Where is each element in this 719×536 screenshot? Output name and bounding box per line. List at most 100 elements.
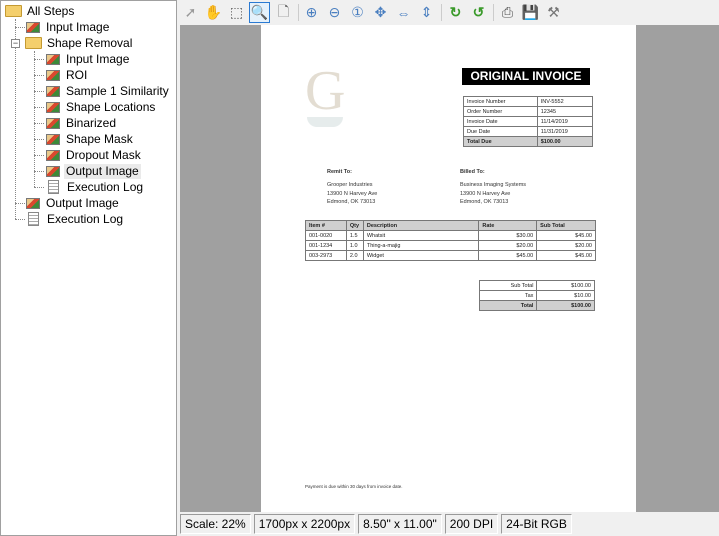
image-icon <box>46 69 60 81</box>
address-line: Grooper Industries <box>327 182 373 188</box>
fit-height-icon[interactable]: ⇕ <box>416 2 437 23</box>
tree-node-child[interactable]: Shape Locations <box>45 99 157 115</box>
table-cell: 001-0020 <box>305 230 347 241</box>
tree-node-output-image[interactable]: Output Image <box>25 195 121 211</box>
image-icon <box>46 85 60 97</box>
tree-node-label: Binarized <box>66 115 117 130</box>
address-line: Edmond, OK 73013 <box>460 199 509 205</box>
fit-width-icon[interactable]: ⇔ <box>393 2 414 23</box>
totals-table: Sub Total $100.00 Tax $10.00 Total $100.00 <box>478 280 595 311</box>
pan-hand-icon[interactable]: ✋ <box>203 2 224 23</box>
line-items-table: Item # Qty Description Rate Sub Total 001-002… <box>305 220 596 261</box>
tree-line <box>34 171 44 172</box>
tree-line <box>34 155 44 156</box>
address-line: 13900 N Harvey Ave <box>327 190 378 197</box>
logo-wave <box>307 117 343 127</box>
separator <box>441 4 442 21</box>
dpi-readout: 200 DPI <box>444 514 499 534</box>
tree-node-all-steps[interactable]: All Steps <box>5 3 76 19</box>
table-cell: $100.00 <box>536 280 595 291</box>
table-cell: Tax <box>478 290 538 301</box>
zoom-page-icon[interactable]: 🗋 <box>273 2 294 23</box>
table-row: Total Due $100.00 <box>463 136 594 147</box>
table-row: Invoice Date 11/14/2019 <box>463 116 594 127</box>
table-cell: Thing-a-majig <box>362 240 480 251</box>
address-line: 13900 N Harvey Ave <box>460 190 511 197</box>
scale-readout: Scale: 22% <box>180 514 251 534</box>
tree-node-execution-log[interactable]: Execution Log <box>25 211 125 227</box>
tree-line <box>34 59 44 60</box>
table-cell: Item # <box>305 220 347 231</box>
tree-node-shape-removal[interactable]: Shape Removal <box>25 35 134 51</box>
tools-icon[interactable]: ⚒ <box>543 2 564 23</box>
table-cell: Invoice Number <box>463 96 538 107</box>
tree-line <box>15 219 25 220</box>
zoom-fit-icon[interactable]: ✥ <box>370 2 391 23</box>
tree-line <box>15 19 16 219</box>
table-cell: $20.00 <box>536 240 596 251</box>
table-cell: 2.0 <box>345 250 364 261</box>
image-icon <box>46 101 60 113</box>
collapse-toggle[interactable]: − <box>11 39 20 48</box>
remit-label: Remit To: <box>327 169 352 175</box>
table-cell: Rate <box>478 220 538 231</box>
tree-node-child[interactable]: Shape Mask <box>45 131 135 147</box>
billed-address: Business Imaging Systems 13900 N Harvey A… <box>460 181 526 207</box>
tree-node-child[interactable]: ROI <box>45 67 89 83</box>
invoice-info-table: Invoice Number INV-5552 Order Number 12345 I… <box>463 96 594 147</box>
table-row: Sub Total $100.00 <box>478 280 595 291</box>
pointer-icon[interactable]: ➚ <box>180 2 201 23</box>
tree-line <box>15 27 25 28</box>
grooper-logo: G <box>305 60 346 122</box>
zoom-region-icon[interactable]: 🔍 <box>249 2 270 23</box>
table-cell: 001-1234 <box>305 240 347 251</box>
image-icon <box>26 197 40 209</box>
folder-open-icon <box>5 5 22 17</box>
tree-line <box>34 187 44 188</box>
payment-terms: Payment is due within 30 days from invoi… <box>305 484 403 489</box>
table-cell: Total <box>478 300 538 311</box>
folder-open-icon <box>25 37 42 49</box>
step-tree[interactable]: − All Steps Input Image Shape Removal In… <box>0 0 177 536</box>
zoom-in-icon[interactable]: ⊕ <box>301 2 322 23</box>
address-line: Business Imaging Systems <box>460 182 527 188</box>
tree-line <box>34 91 44 92</box>
invoice-title: ORIGINAL INVOICE <box>462 68 590 85</box>
table-row: Order Number 12345 <box>463 106 594 117</box>
image-icon <box>46 133 60 145</box>
tree-node-label: Shape Mask <box>66 131 133 146</box>
tree-node-child[interactable]: Sample 1 Similarity <box>45 83 171 99</box>
status-bar: Scale: 22% 1700px x 2200px 8.50" x 11.00… <box>180 514 572 534</box>
address-line: Edmond, OK 73013 <box>327 199 376 205</box>
rotate-right-icon[interactable]: ↻ <box>445 2 466 23</box>
table-row: 001-0020 1.5 Whatsit $30.00 $45.00 <box>305 230 596 241</box>
tree-line <box>34 75 44 76</box>
separator <box>493 4 494 21</box>
table-row: Item # Qty Description Rate Sub Total <box>305 220 596 231</box>
zoom-actual-icon[interactable]: ① <box>347 2 368 23</box>
rotate-left-icon[interactable]: ↺ <box>468 2 489 23</box>
tree-node-child[interactable]: Execution Log <box>45 179 145 195</box>
tree-node-child[interactable]: Input Image <box>45 51 131 67</box>
table-row: Tax $10.00 <box>478 290 595 301</box>
table-cell: $45.00 <box>536 230 596 241</box>
table-cell: $100.00 <box>536 136 594 147</box>
image-icon <box>46 53 60 65</box>
table-cell: 11/14/2019 <box>536 116 594 127</box>
zoom-out-icon[interactable]: ⊖ <box>324 2 345 23</box>
tree-node-child[interactable]: Output Image <box>45 163 141 179</box>
document-icon <box>48 180 59 194</box>
table-cell: INV-5552 <box>536 96 594 107</box>
table-cell: 003-2973 <box>305 250 347 261</box>
tree-node-child[interactable]: Binarized <box>45 115 118 131</box>
table-row: Invoice Number INV-5552 <box>463 96 594 107</box>
select-region-icon[interactable]: ⬚ <box>226 2 247 23</box>
table-cell: 1.5 <box>345 230 364 241</box>
table-cell: Qty <box>345 220 364 231</box>
table-cell: $100.00 <box>536 300 595 311</box>
save-icon[interactable]: 💾 <box>520 2 541 23</box>
table-cell: Invoice Date <box>463 116 538 127</box>
tree-node-child[interactable]: Dropout Mask <box>45 147 143 163</box>
tree-node-input-image[interactable]: Input Image <box>25 19 111 35</box>
print-icon[interactable]: ⎙ <box>497 2 518 23</box>
